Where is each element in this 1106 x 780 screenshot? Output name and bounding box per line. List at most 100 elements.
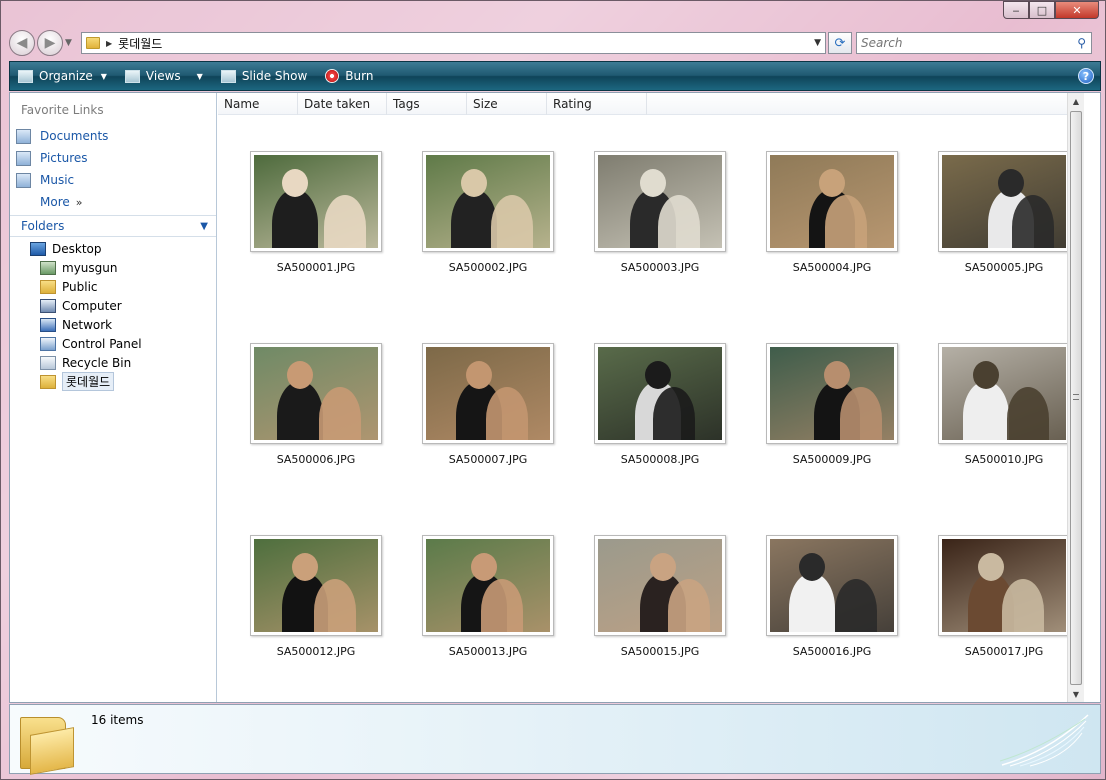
file-name-label: SA500006.JPG [276, 453, 356, 466]
file-thumbnail-item[interactable]: SA500008.JPG [574, 343, 746, 535]
folders-title: Folders [21, 219, 65, 233]
tree-item-recycle-bin[interactable]: Recycle Bin [30, 353, 142, 372]
file-thumbnail-item[interactable]: SA500006.JPG [230, 343, 402, 535]
file-thumbnail-item[interactable]: SA500004.JPG [746, 151, 918, 343]
file-name-label: SA500017.JPG [964, 645, 1044, 658]
file-thumbnail-item[interactable]: SA500007.JPG [402, 343, 574, 535]
favorite-links-list: Documents Pictures Music More » [16, 125, 108, 213]
column-header-name[interactable]: Name [218, 93, 298, 115]
network-icon [40, 317, 56, 332]
photo-thumbnail [942, 347, 1066, 440]
tree-item-public[interactable]: Public [30, 277, 142, 296]
address-bar[interactable]: ▶ 롯데월드 ▼ [81, 32, 826, 54]
tree-item-network[interactable]: Network [30, 315, 142, 334]
vertical-scrollbar[interactable]: ▲ ▼ [1067, 93, 1084, 702]
burn-label: Burn [345, 69, 374, 83]
tree-item-myusgun[interactable]: myusgun [30, 258, 142, 277]
file-thumbnail-item[interactable]: SA500001.JPG [230, 151, 402, 343]
maximize-button[interactable]: □ [1029, 1, 1055, 19]
music-icon [16, 172, 31, 188]
file-thumbnail-item[interactable]: SA500015.JPG [574, 535, 746, 727]
file-thumbnail-item[interactable]: SA500013.JPG [402, 535, 574, 727]
chevron-down-icon: ▼ [100, 71, 107, 81]
chevron-down-icon: ▼ [200, 220, 208, 232]
photo-thumbnail [598, 155, 722, 248]
file-name-label: SA500012.JPG [276, 645, 356, 658]
tree-item-computer[interactable]: Computer [30, 296, 142, 315]
file-name-label: SA500015.JPG [620, 645, 700, 658]
decorative-swoosh [1000, 714, 1089, 767]
thumbnail-frame [594, 535, 726, 636]
file-thumbnail-item[interactable]: SA500016.JPG [746, 535, 918, 727]
favorite-link-documents[interactable]: Documents [16, 125, 108, 147]
favorite-link-label: Pictures [40, 151, 88, 165]
views-button[interactable]: Views ▼ [124, 69, 203, 83]
photo-thumbnail [426, 347, 550, 440]
computer-icon [40, 298, 56, 313]
file-thumbnail-item[interactable]: SA500005.JPG [918, 151, 1090, 343]
file-thumbnail-item[interactable]: SA500003.JPG [574, 151, 746, 343]
thumbnail-frame [422, 151, 554, 252]
documents-icon [16, 128, 31, 144]
search-box[interactable]: ⚲ [856, 32, 1092, 54]
file-thumbnail-item[interactable]: SA500010.JPG [918, 343, 1090, 535]
tree-item-control-panel[interactable]: Control Panel [30, 334, 142, 353]
folder-icon [40, 279, 56, 294]
burn-button[interactable]: Burn [325, 69, 373, 83]
search-icon[interactable]: ⚲ [1077, 36, 1086, 50]
recent-pages-dropdown[interactable]: ▼ [65, 38, 75, 48]
navigation-pane: Favorite Links Documents Pictures Music … [10, 93, 217, 702]
file-name-label: SA500009.JPG [792, 453, 872, 466]
scroll-up-button[interactable]: ▲ [1068, 93, 1084, 109]
favorite-link-pictures[interactable]: Pictures [16, 147, 108, 169]
favorite-link-music[interactable]: Music [16, 169, 108, 191]
file-name-label: SA500008.JPG [620, 453, 700, 466]
file-thumbnail-item[interactable]: SA500002.JPG [402, 151, 574, 343]
photo-thumbnail [426, 539, 550, 632]
pictures-icon [16, 150, 31, 166]
close-button[interactable]: ✕ [1055, 1, 1099, 19]
scrollbar-thumb[interactable] [1070, 111, 1082, 685]
minimize-button[interactable]: ‒ [1003, 1, 1029, 19]
address-dropdown-icon[interactable]: ▼ [814, 38, 821, 48]
column-header-date-taken[interactable]: Date taken [298, 93, 387, 115]
double-chevron-right-icon: » [75, 195, 83, 209]
file-name-label: SA500010.JPG [964, 453, 1044, 466]
column-header-tags[interactable]: Tags [387, 93, 467, 115]
photo-thumbnail [598, 539, 722, 632]
column-header-size[interactable]: Size [467, 93, 547, 115]
column-header-rating[interactable]: Rating [547, 93, 647, 115]
thumbnail-grid: SA500001.JPG SA500002.JPG SA500003.JPG SA50… [230, 151, 1090, 727]
breadcrumb-separator-icon[interactable]: ▶ [106, 39, 112, 48]
tree-item-desktop[interactable]: Desktop [30, 239, 142, 258]
organize-icon [18, 69, 33, 83]
favorite-links-title: Favorite Links [21, 103, 104, 117]
forward-button[interactable]: ▶ [37, 30, 63, 56]
file-name-label: SA500001.JPG [276, 261, 356, 274]
folders-header[interactable]: Folders ▼ [10, 215, 216, 237]
explorer-window: ‒ □ ✕ ◀ ▶ ▼ ▶ 롯데월드 ▼ ⟳ ⚲ Organize ▼ View… [0, 0, 1106, 780]
file-name-label: SA500002.JPG [448, 261, 528, 274]
file-thumbnail-item[interactable]: SA500009.JPG [746, 343, 918, 535]
scroll-down-button[interactable]: ▼ [1068, 686, 1084, 702]
column-headers: Name Date taken Tags Size Rating [218, 93, 1084, 115]
tree-item-label: Desktop [52, 241, 102, 256]
refresh-button[interactable]: ⟳ [828, 32, 852, 54]
file-thumbnail-item[interactable]: SA500012.JPG [230, 535, 402, 727]
file-thumbnail-item[interactable]: SA500017.JPG [918, 535, 1090, 727]
organize-label: Organize [39, 69, 93, 83]
more-links-button[interactable]: More » [16, 191, 108, 213]
file-name-label: SA500007.JPG [448, 453, 528, 466]
organize-button[interactable]: Organize ▼ [18, 69, 107, 83]
help-button[interactable]: ? [1078, 68, 1094, 84]
slideshow-button[interactable]: Slide Show [220, 69, 307, 83]
tree-item-label: 롯데월드 [62, 372, 115, 391]
back-button[interactable]: ◀ [9, 30, 35, 56]
search-input[interactable] [857, 33, 1057, 53]
breadcrumb-current[interactable]: 롯데월드 [118, 35, 162, 52]
folder-icon [40, 374, 56, 389]
thumbnail-frame [594, 343, 726, 444]
photo-thumbnail [942, 539, 1066, 632]
tree-item-lotte-world[interactable]: 롯데월드 [30, 372, 142, 391]
item-count: 16 items [91, 713, 144, 727]
